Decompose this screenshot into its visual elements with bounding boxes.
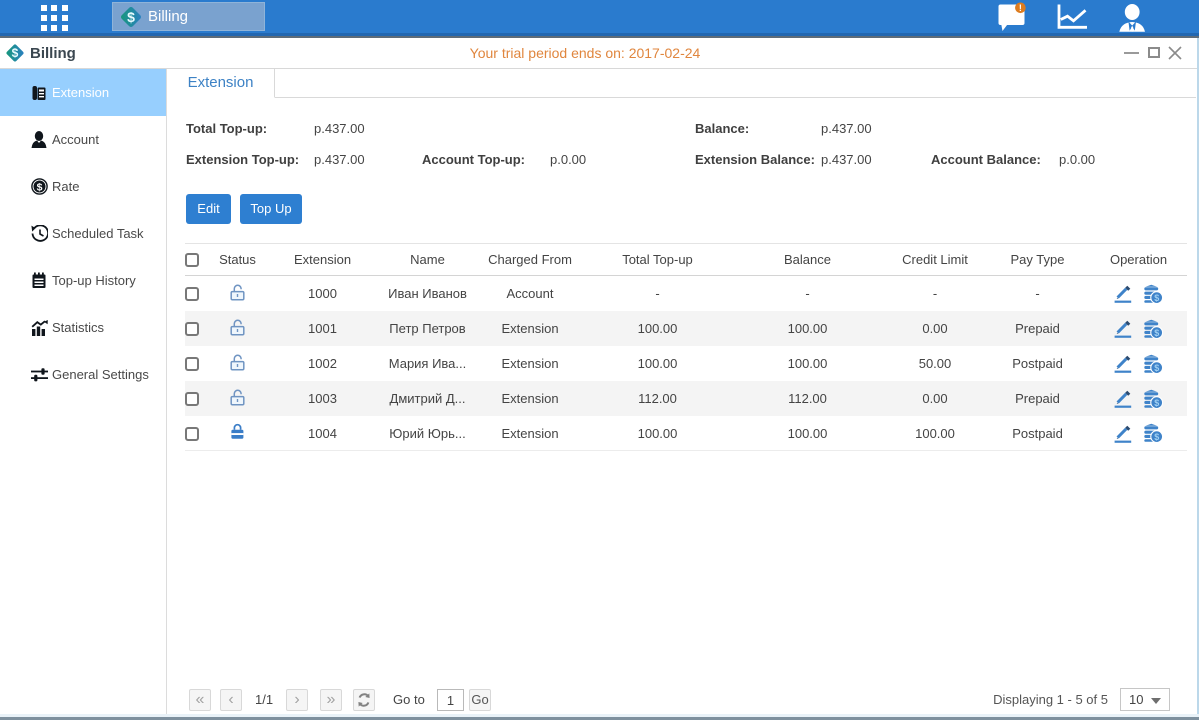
svg-text:$: $ — [37, 181, 43, 193]
svg-text:$: $ — [127, 9, 135, 25]
svg-text:!: ! — [1019, 3, 1022, 13]
